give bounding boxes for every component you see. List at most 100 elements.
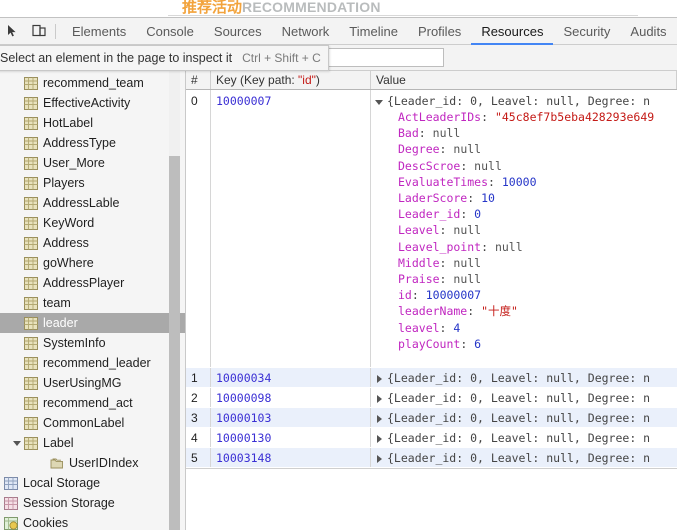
property-value: 0 xyxy=(474,207,482,222)
sidebar-item-recommend-act[interactable]: recommend_act xyxy=(0,393,185,413)
row-value[interactable]: {Leader_id: 0, Leavel: null, Degree: n A… xyxy=(371,90,677,367)
sidebar-item-effectiveactivity[interactable]: EffectiveActivity xyxy=(0,93,185,113)
inspect-tooltip: Select an element in the page to inspect… xyxy=(0,45,329,71)
sidebar-item-session-storage[interactable]: Session Storage xyxy=(0,493,185,513)
row-key: 10003148 xyxy=(211,448,371,467)
table-icon xyxy=(24,416,38,430)
inspect-cursor-icon[interactable] xyxy=(0,18,26,44)
tab-resources[interactable]: Resources xyxy=(471,18,554,45)
row-key: 10000103 xyxy=(211,408,371,427)
datagrid-header: # Key (Key path: "id") Value xyxy=(186,71,677,90)
sidebar-item-label: UserIDIndex xyxy=(69,456,139,470)
sidebar-item-useridindex[interactable]: UserIDIndex xyxy=(0,453,185,473)
table-icon xyxy=(24,216,38,230)
sidebar-item-local-storage[interactable]: Local Storage xyxy=(0,473,185,493)
sidebar-item-addresslable[interactable]: AddressLable xyxy=(0,193,185,213)
sidebar-scrollbar-thumb[interactable] xyxy=(169,156,180,530)
property-name: leaderName xyxy=(398,304,468,319)
table-row[interactable]: 3 10000103 {Leader_id: 0, Leavel: null, … xyxy=(186,408,677,428)
row-value[interactable]: {Leader_id: 0, Leavel: null, Degree: n xyxy=(371,368,677,387)
banner-title-en: RECOMMENDATION xyxy=(242,0,381,15)
sidebar-item-label: User_More xyxy=(43,156,105,170)
sidebar-item-label: CommonLabel xyxy=(43,416,125,430)
row-index: 4 xyxy=(186,428,211,447)
devtools-window: Elements Console Sources Network Timelin… xyxy=(0,17,677,531)
sidebar-item-systeminfo[interactable]: SystemInfo xyxy=(0,333,185,353)
tab-timeline[interactable]: Timeline xyxy=(339,18,408,45)
sidebar-item-label: Label xyxy=(43,436,74,450)
column-header-key-suffix: ) xyxy=(315,73,320,87)
tab-elements[interactable]: Elements xyxy=(62,18,136,45)
tab-sources[interactable]: Sources xyxy=(204,18,272,45)
device-toolbar-icon[interactable] xyxy=(26,18,52,44)
datagrid-empty-area xyxy=(186,468,677,529)
chevron-down-icon[interactable] xyxy=(12,438,23,449)
table-row[interactable]: 2 10000098 {Leader_id: 0, Leavel: null, … xyxy=(186,388,677,408)
value-summary[interactable]: {Leader_id: 0, Leavel: null, Degree: n xyxy=(375,93,677,109)
sidebar-item-label: AddressPlayer xyxy=(43,276,125,290)
table-row[interactable]: 4 10000130 {Leader_id: 0, Leavel: null, … xyxy=(186,428,677,448)
tab-console[interactable]: Console xyxy=(136,18,204,45)
property-colon: : xyxy=(460,207,475,222)
sidebar-item-label: goWhere xyxy=(43,256,94,270)
sidebar-item-addresstype[interactable]: AddressType xyxy=(0,133,185,153)
sidebar-item-leader[interactable]: leader xyxy=(0,313,185,333)
property-value: 10000007 xyxy=(425,288,482,303)
property-colon: : xyxy=(467,191,482,206)
resources-main: recommend_team EffectiveActivity HotLabe… xyxy=(0,71,677,530)
row-value[interactable]: {Leader_id: 0, Leavel: null, Degree: n xyxy=(371,408,677,427)
property-name: Middle xyxy=(398,255,440,270)
sidebar-item-recommend-leader[interactable]: recommend_leader xyxy=(0,353,185,373)
value-summary-text: {Leader_id: 0, Leavel: null, Degree: n xyxy=(387,451,651,465)
property-line: Bad: null xyxy=(376,125,677,141)
sidebar-item-label: Session Storage xyxy=(23,496,115,510)
sidebar-item-userusingmg[interactable]: UserUsingMG xyxy=(0,373,185,393)
property-name: EvaluateTimes xyxy=(398,174,489,189)
property-value: null xyxy=(453,142,482,157)
sidebar-item-label: AddressLable xyxy=(43,196,120,210)
row-index: 3 xyxy=(186,408,211,427)
column-header-index[interactable]: # xyxy=(186,71,211,89)
tab-security[interactable]: Security xyxy=(553,18,620,45)
property-name: DescScroe xyxy=(398,158,461,173)
sidebar-item-cookies[interactable]: Cookies xyxy=(0,513,185,530)
sidebar-item-label[interactable]: Label xyxy=(0,433,185,453)
property-line: DescScroe: null xyxy=(376,158,677,174)
sidebar-item-address[interactable]: Address xyxy=(0,233,185,253)
tab-audits[interactable]: Audits xyxy=(620,18,676,45)
idb-datagrid[interactable]: # Key (Key path: "id") Value 0 10000007 … xyxy=(186,71,677,530)
sidebar-item-label: Cookies xyxy=(23,516,69,530)
row-value[interactable]: {Leader_id: 0, Leavel: null, Degree: n xyxy=(371,428,677,447)
sidebar-item-label: recommend_act xyxy=(43,396,133,410)
sidebar-item-team[interactable]: team xyxy=(0,293,185,313)
table-row[interactable]: 5 10003148 {Leader_id: 0, Leavel: null, … xyxy=(186,448,677,468)
property-colon: : xyxy=(467,304,482,319)
tab-profiles[interactable]: Profiles xyxy=(408,18,471,45)
row-value[interactable]: {Leader_id: 0, Leavel: null, Degree: n xyxy=(371,388,677,407)
column-header-value[interactable]: Value xyxy=(371,71,677,89)
property-line: Praise: null xyxy=(376,271,677,287)
table-icon xyxy=(24,256,38,270)
sidebar-item-players[interactable]: Players xyxy=(0,173,185,193)
column-header-key[interactable]: Key (Key path: "id") xyxy=(211,71,371,89)
sidebar-item-gowhere[interactable]: goWhere xyxy=(0,253,185,273)
table-icon xyxy=(24,156,38,170)
table-row[interactable]: 1 10000034 {Leader_id: 0, Leavel: null, … xyxy=(186,368,677,388)
property-line: Degree: null xyxy=(376,141,677,157)
sidebar-item-hotlabel[interactable]: HotLabel xyxy=(0,113,185,133)
value-summary-text: {Leader_id: 0, Leavel: null, Degree: n xyxy=(387,371,651,385)
session-storage-icon xyxy=(4,496,18,510)
tab-network[interactable]: Network xyxy=(272,18,340,45)
sidebar-item-keyword[interactable]: KeyWord xyxy=(0,213,185,233)
sidebar-item-recommend-team[interactable]: recommend_team xyxy=(0,73,185,93)
row-index: 2 xyxy=(186,388,211,407)
sidebar-item-addressplayer[interactable]: AddressPlayer xyxy=(0,273,185,293)
property-colon: : xyxy=(439,255,454,270)
table-row[interactable]: 0 10000007 {Leader_id: 0, Leavel: null, … xyxy=(186,90,677,368)
row-value[interactable]: {Leader_id: 0, Leavel: null, Degree: n xyxy=(371,448,677,467)
sidebar-item-user-more[interactable]: User_More xyxy=(0,153,185,173)
sidebar-item-commonlabel[interactable]: CommonLabel xyxy=(0,413,185,433)
resources-sidebar[interactable]: recommend_team EffectiveActivity HotLabe… xyxy=(0,71,186,530)
table-icon xyxy=(24,336,38,350)
table-icon xyxy=(24,316,38,330)
